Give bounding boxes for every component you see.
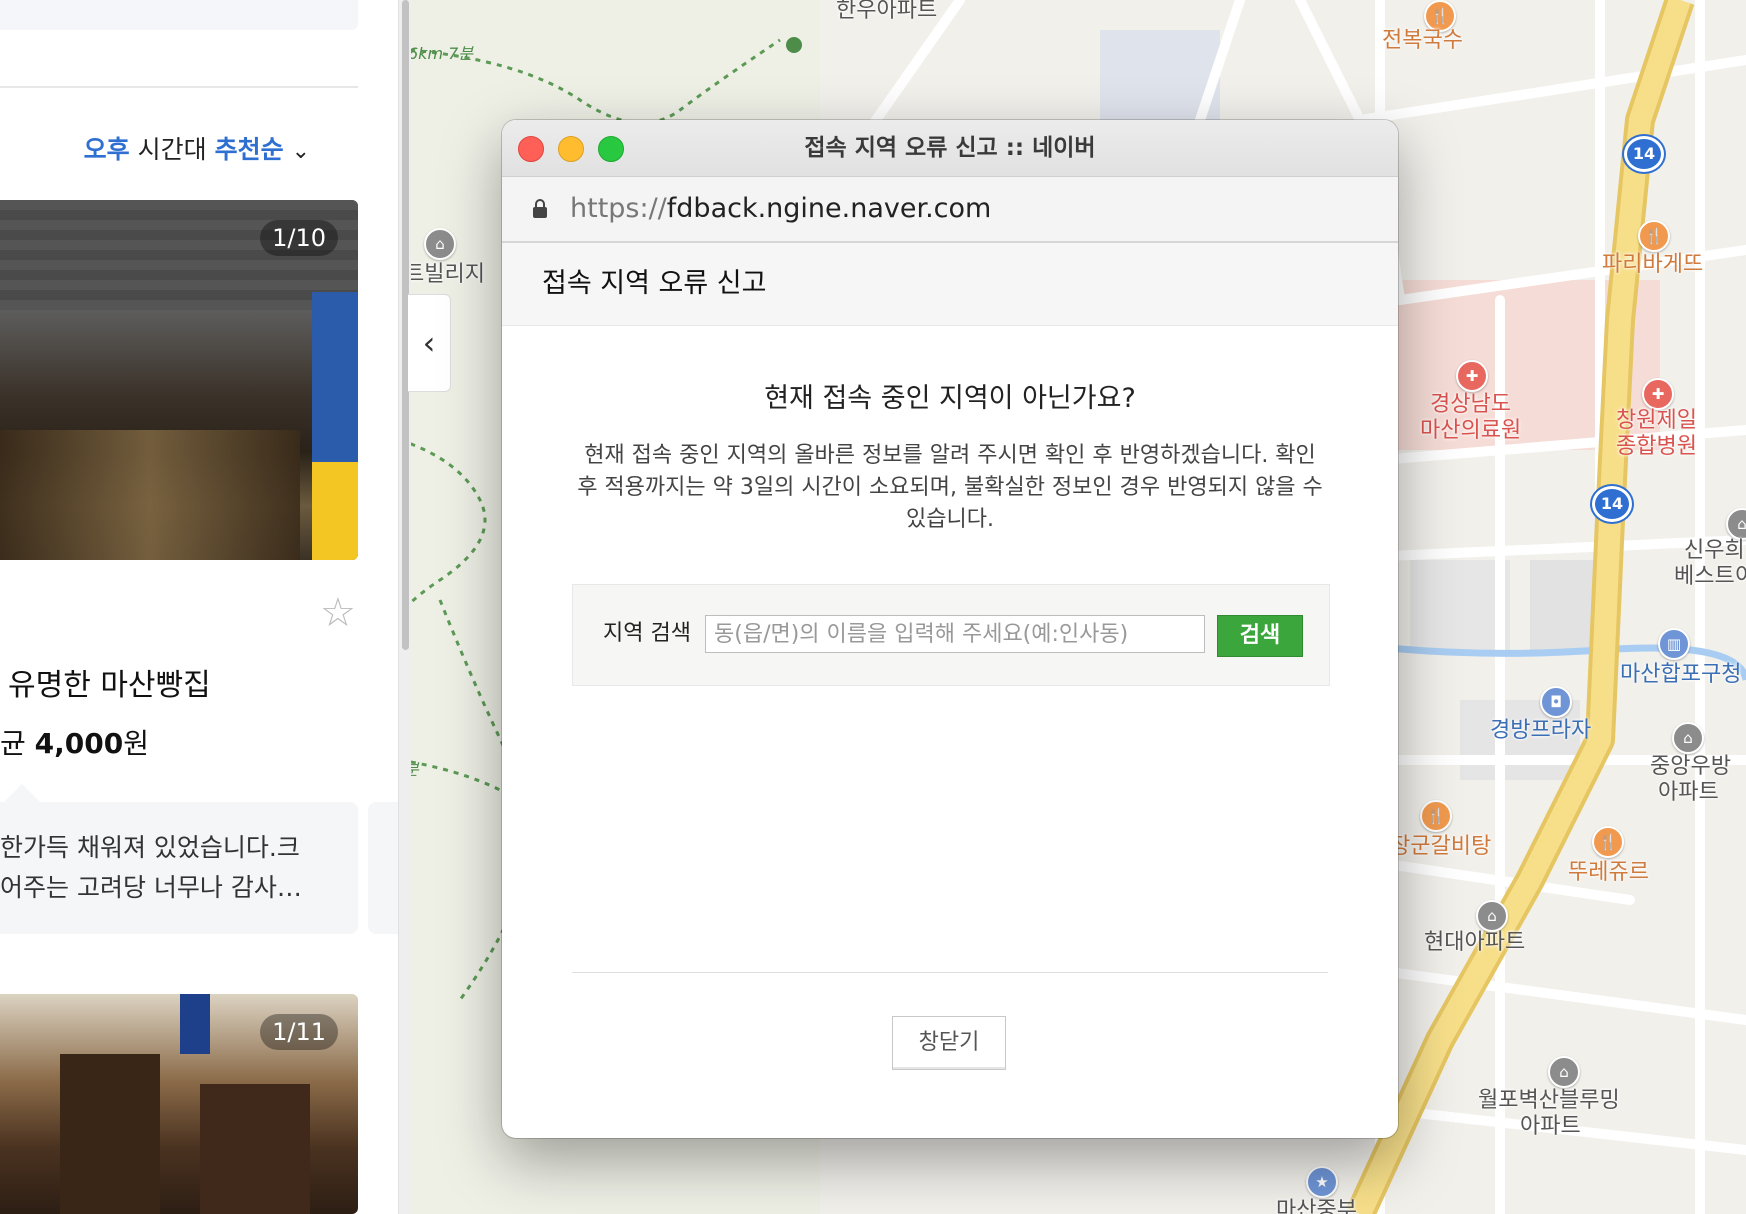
map-label[interactable]: 창원제일 <box>1616 408 1697 434</box>
map-label[interactable]: 아파트 <box>1520 1114 1581 1140</box>
map-label[interactable]: 월포벽산블루밍 <box>1478 1088 1620 1114</box>
review-line: 한가득 채워져 있었습니다.크 <box>0 833 300 862</box>
place-price: 균 4,000원 <box>0 722 149 762</box>
shop-window <box>0 430 300 560</box>
time-filter-label[interactable]: 시간대 <box>138 135 207 164</box>
map-label[interactable]: 종합병원 <box>1616 434 1697 460</box>
chair <box>60 1054 160 1214</box>
chevron-down-icon[interactable]: ⌄ <box>292 139 310 164</box>
review-text: 한가득 채워져 있었습니다.크 어주는 고려당 너무나 감사… <box>0 828 350 908</box>
description-text: 현재 접속 중인 지역의 올바른 정보를 알려 주시면 확인 후 반영하겠습니다… <box>577 443 1323 532</box>
url-host: fdback.ngine.naver.com <box>666 193 992 224</box>
restaurant-icon[interactable]: 🍴 <box>1420 800 1452 832</box>
price-value: 4,000 <box>34 727 124 760</box>
url-protocol: https:// <box>570 193 667 224</box>
place-title[interactable]: 유명한 마산빵집 <box>8 660 211 704</box>
route-number-badge: 14 <box>1624 136 1664 172</box>
search-button[interactable]: 검색 <box>1217 615 1303 657</box>
flag <box>180 994 210 1054</box>
popup-window: 접속 지역 오류 신고 :: 네이버 https://fdback.ngine.… <box>502 120 1398 1138</box>
window-titlebar[interactable]: 접속 지역 오류 신고 :: 네이버 <box>502 120 1398 177</box>
restaurant-icon[interactable]: 🍴 <box>1592 826 1624 858</box>
bottom-divider <box>572 972 1328 973</box>
route-number-badge: 14 <box>1592 486 1632 522</box>
question-heading: 현재 접속 중인 지역이 아닌가요? <box>764 383 1136 414</box>
collapse-panel-button[interactable]: ‹ <box>408 294 451 392</box>
distance-label: 6km 7분 <box>408 44 474 63</box>
hospital-icon[interactable]: ✚ <box>1642 378 1674 410</box>
search-label: 지역 검색 <box>603 621 691 646</box>
building-icon[interactable]: ⌂ <box>424 228 456 260</box>
map-label[interactable]: 뚜레쥬르 <box>1568 860 1649 886</box>
building-icon[interactable]: ⌂ <box>1672 722 1704 754</box>
map-label[interactable]: 현대아파트 <box>1424 930 1525 956</box>
sign-panel <box>312 292 358 462</box>
review-pointer <box>4 784 40 802</box>
price-prefix: 균 <box>0 727 26 760</box>
review-line: 어주는 고려당 너무나 감사… <box>0 873 302 902</box>
map-label[interactable]: 베스트이 <box>1674 564 1746 590</box>
map-label[interactable]: 트빌리지 <box>404 262 485 288</box>
region-search-panel: 지역 검색 검색 <box>572 584 1330 686</box>
map-label[interactable]: 중앙우방 <box>1650 754 1731 780</box>
government-office-icon[interactable]: ▥ <box>1658 628 1690 660</box>
map-label[interactable]: 마산의료원 <box>1420 418 1521 444</box>
panel-scrollbar[interactable] <box>398 0 411 1214</box>
search-results-panel: 오후 시간대 추천순 ⌄ 1/10 ☆ 유명한 마산빵집 균 4,000원 한가… <box>0 0 398 1214</box>
building-icon[interactable]: ⌂ <box>1548 1056 1580 1088</box>
window-title: 접속 지역 오류 신고 :: 네이버 <box>804 135 1096 161</box>
shopping-bag-icon[interactable]: ◘ <box>1540 686 1572 718</box>
page-header-bar: 접속 지역 오류 신고 <box>502 243 1398 326</box>
chair <box>200 1084 310 1214</box>
map-label[interactable]: 아파트 <box>1658 780 1719 806</box>
url-text[interactable]: https://fdback.ngine.naver.com <box>570 177 991 241</box>
place-photo[interactable]: 1/11 <box>0 994 358 1214</box>
price-unit: 원 <box>123 727 150 760</box>
hospital-icon[interactable]: ✚ <box>1456 360 1488 392</box>
time-filter-value[interactable]: 오후 <box>84 135 130 164</box>
lock-icon <box>533 199 547 218</box>
section-divider <box>0 86 358 88</box>
chevron-left-icon: ‹ <box>422 324 436 362</box>
map-label[interactable]: 장군갈비탕 <box>1390 834 1491 860</box>
next-review-card[interactable] <box>368 802 398 934</box>
photo-counter: 1/10 <box>260 220 338 256</box>
map-label[interactable]: 전복국수 <box>1382 28 1463 54</box>
place-photo[interactable]: 1/10 <box>0 200 358 560</box>
restaurant-icon[interactable]: 🍴 <box>1638 220 1670 252</box>
region-search-input[interactable] <box>705 615 1205 653</box>
map-label[interactable]: 마산중부 <box>1276 1198 1357 1214</box>
map-label[interactable]: 신우희 <box>1684 538 1745 564</box>
sort-order-value[interactable]: 추천순 <box>215 135 284 164</box>
sort-options[interactable]: 오후 시간대 추천순 ⌄ <box>84 130 310 166</box>
map-label[interactable]: 한우아파트 <box>836 0 937 24</box>
map-label[interactable]: 경방프라자 <box>1490 718 1591 744</box>
url-bar[interactable]: https://fdback.ngine.naver.com <box>502 177 1398 243</box>
map-label[interactable]: 경상남도 <box>1430 392 1511 418</box>
police-icon[interactable]: ★ <box>1306 1166 1338 1198</box>
previous-card-bottom <box>0 0 358 30</box>
building-icon[interactable]: ⌂ <box>1476 900 1508 932</box>
map-label[interactable]: 파리바게뜨 <box>1602 252 1703 278</box>
star-icon[interactable]: ☆ <box>320 590 356 636</box>
poster <box>312 462 358 560</box>
close-button[interactable]: 창닫기 <box>892 1016 1006 1070</box>
page-title: 접속 지역 오류 신고 <box>542 268 767 299</box>
map-label[interactable]: 마산합포구청 <box>1620 662 1741 688</box>
photo-counter: 1/11 <box>260 1014 338 1050</box>
